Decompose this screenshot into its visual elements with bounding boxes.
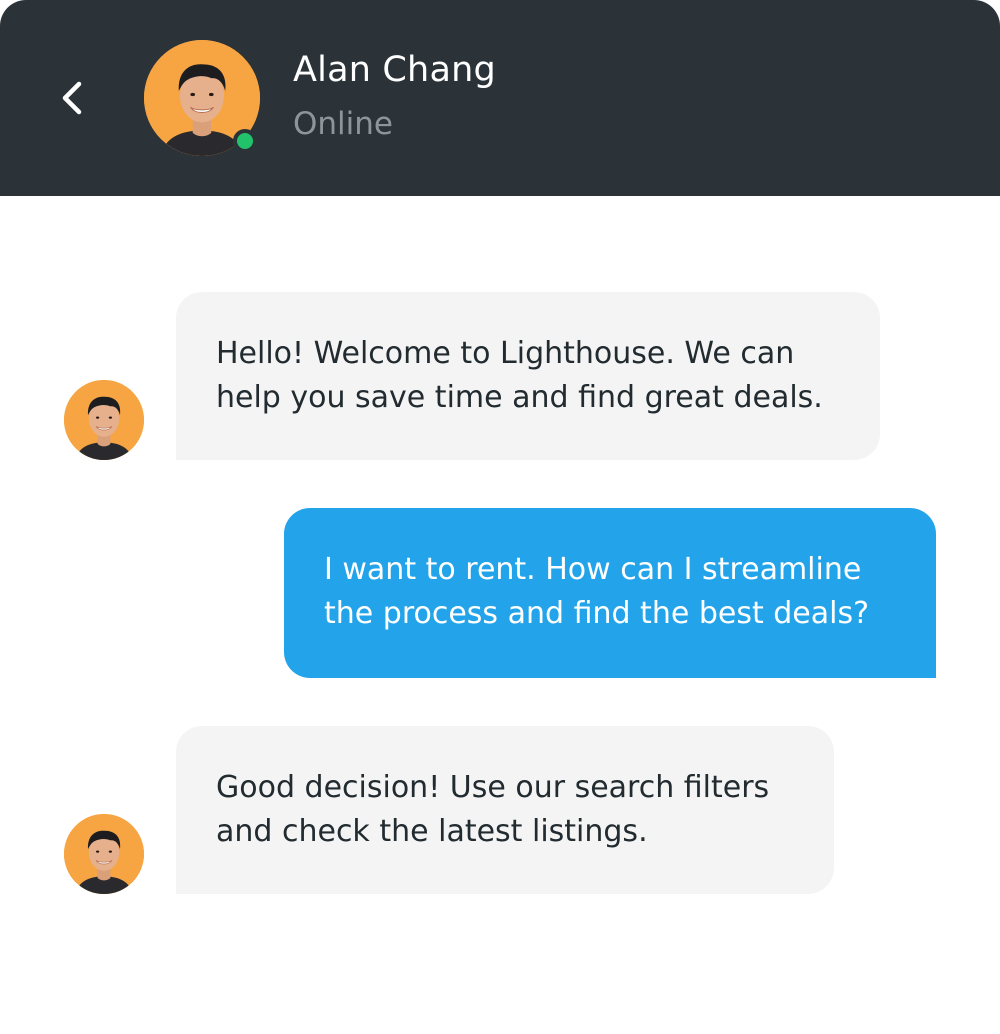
message-text-line: the process and find the best deals? xyxy=(324,596,870,631)
incoming-message-bubble[interactable]: Good decision! Use our search filters an… xyxy=(176,726,834,894)
message-text-line: Good decision! Use our search filters xyxy=(216,770,770,805)
message-text-line: help you save time and find great deals. xyxy=(216,380,823,415)
person-portrait-icon xyxy=(64,814,144,894)
outgoing-message-bubble[interactable]: I want to rent. How can I streamline the… xyxy=(284,508,936,678)
incoming-message-bubble[interactable]: Hello! Welcome to Lighthouse. We can hel… xyxy=(176,292,880,460)
chat-header: Alan Chang Online xyxy=(0,0,1000,196)
sender-avatar[interactable] xyxy=(64,814,144,894)
online-status-dot xyxy=(233,129,257,153)
contact-status: Online xyxy=(293,106,393,142)
back-button[interactable] xyxy=(44,68,100,128)
message-text-line: Hello! Welcome to Lighthouse. We can xyxy=(216,336,795,371)
contact-avatar[interactable] xyxy=(144,40,260,156)
message-text-line: and check the latest listings. xyxy=(216,814,648,849)
message-text-line: I want to rent. How can I streamline xyxy=(324,552,862,587)
contact-name: Alan Chang xyxy=(293,50,496,90)
person-portrait-icon xyxy=(64,380,144,460)
chevron-left-icon xyxy=(62,81,82,115)
sender-avatar[interactable] xyxy=(64,380,144,460)
